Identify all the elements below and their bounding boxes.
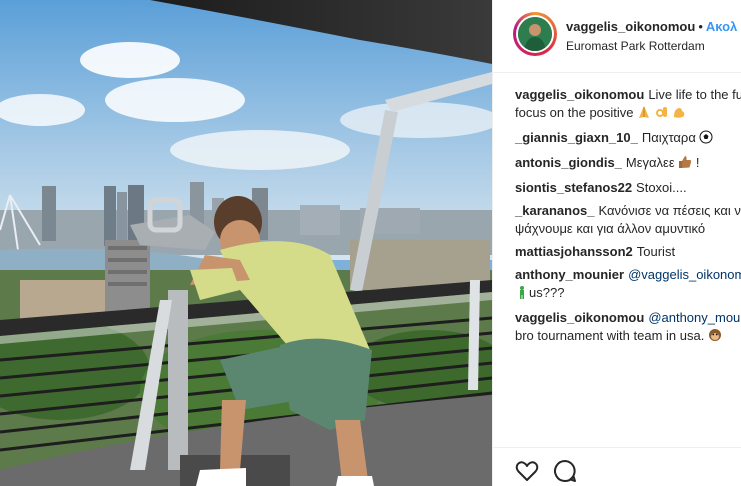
post-side-panel: vaggelis_oikonomou • Ακολ Euromast Park Ro…	[493, 0, 741, 486]
comment-text: Tourist	[636, 244, 676, 259]
comment-username[interactable]: antonis_giondis_	[515, 155, 622, 170]
comment-mention[interactable]: @vaggelis_oikonomo	[628, 267, 741, 282]
comments-list: vaggelis_oikonomou Live life to the fu fo…	[515, 86, 741, 352]
post-header: vaggelis_oikonomou • Ακολ Euromast Park Ro…	[493, 0, 741, 73]
comment-item: antonis_giondis_ Μεγαλεε !	[515, 154, 741, 174]
comment-item: anthony_mounier @vaggelis_oikonomo us???	[515, 266, 741, 304]
comment-bubble-icon[interactable]	[552, 458, 578, 484]
comment-item: vaggelis_oikonomou Live life to the fu fo…	[515, 86, 741, 124]
flexed-biceps-icon	[672, 105, 686, 124]
comment-text: Παιχταρα	[641, 130, 696, 145]
comment-text: us???	[529, 285, 565, 300]
post-photo[interactable]	[0, 0, 492, 486]
photo-image	[0, 0, 492, 486]
comment-username[interactable]: mattiasjohansson2	[515, 244, 633, 259]
comment-text: focus on the positive	[515, 105, 634, 120]
comment-text: ψάχνουμε και για άλλον αμυντικό	[515, 221, 706, 236]
comment-text: !	[695, 155, 700, 170]
avatar[interactable]	[513, 12, 557, 56]
comment-username[interactable]: _karananos_	[515, 203, 595, 218]
comment-item: siontis_stefanos22 Stoxoi....	[515, 179, 741, 197]
ok-hand-icon	[655, 105, 669, 124]
heart-icon[interactable]	[514, 458, 540, 484]
comment-username[interactable]: anthony_mounier	[515, 267, 624, 282]
comment-item: _karananos_ Κανόνισε να πέσεις και ν ψάχν…	[515, 202, 741, 238]
post-username[interactable]: vaggelis_oikonomou	[566, 19, 695, 34]
comment-text: Stoxoi....	[636, 180, 687, 195]
comment-mention[interactable]: @anthony_mounier	[648, 310, 741, 325]
comment-text: bro tournament with team in usa.	[515, 328, 705, 343]
comment-text: Live life to the fu	[648, 87, 741, 102]
header-line: vaggelis_oikonomou • Ακολ	[566, 19, 737, 34]
folded-hands-icon	[637, 105, 651, 124]
comment-text: Κανόνισε να πέσεις και ν	[598, 203, 741, 218]
comment-username[interactable]: siontis_stefanos22	[515, 180, 632, 195]
follow-button[interactable]: Ακολ	[706, 19, 737, 34]
post-location[interactable]: Euromast Park Rotterdam	[566, 39, 705, 53]
comment-item: _giannis_giaxn_10_ Παιχταρα	[515, 129, 741, 149]
comment-text: Μεγαλεε	[625, 155, 675, 170]
separator-dot: •	[698, 19, 703, 34]
comment-username[interactable]: vaggelis_oikonomou	[515, 310, 644, 325]
monkey-face-icon	[708, 328, 722, 347]
comment-item: vaggelis_oikonomou @anthony_mounier bro t…	[515, 309, 741, 347]
thumbs-up-icon	[678, 155, 692, 174]
comment-item: mattiasjohansson2 Tourist	[515, 243, 741, 261]
comment-username[interactable]: vaggelis_oikonomou	[515, 87, 644, 102]
soccer-ball-icon	[699, 130, 713, 149]
post-actions-bar	[493, 447, 741, 486]
comment-username[interactable]: _giannis_giaxn_10_	[515, 130, 638, 145]
person-standing-icon	[515, 285, 529, 304]
avatar-image	[518, 17, 552, 51]
